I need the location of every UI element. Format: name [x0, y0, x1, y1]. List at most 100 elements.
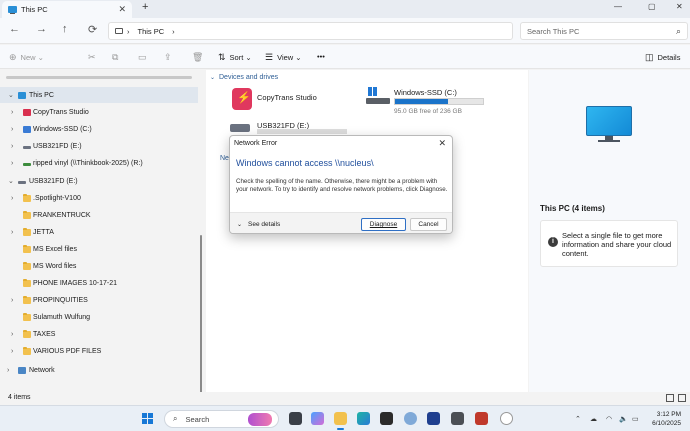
- wifi-icon[interactable]: ◠: [606, 415, 612, 423]
- folder-icon: [23, 312, 31, 321]
- sidebar-item-copytrans[interactable]: › CopyTrans Studio: [0, 104, 198, 120]
- folder-icon: [23, 329, 31, 338]
- chevron-right-icon[interactable]: ›: [7, 367, 9, 374]
- details-info-card: i Select a single file to get more infor…: [540, 220, 678, 267]
- see-details-toggle[interactable]: ⌄ See details: [237, 221, 280, 228]
- new-button[interactable]: ⊕ New ⌄: [9, 52, 44, 63]
- navigation-pane: ⌄ This PC › CopyTrans Studio › Windows-S…: [0, 70, 205, 431]
- cancel-button[interactable]: Cancel: [410, 218, 447, 231]
- diagnose-button[interactable]: Diagnose: [361, 218, 406, 231]
- address-bar[interactable]: › This PC ›: [108, 22, 513, 40]
- sort-icon: ⇅: [218, 52, 226, 62]
- file-explorer-icon[interactable]: [334, 412, 347, 430]
- sidebar-item-frankentruck[interactable]: FRANKENTRUCK: [0, 207, 198, 223]
- folder-icon: [23, 210, 31, 219]
- sidebar-item-various-pdf[interactable]: › VARIOUS PDF FILES: [0, 343, 198, 359]
- sidebar-item-windows-ssd[interactable]: › Windows-SSD (C:): [0, 121, 198, 137]
- chevron-down-icon[interactable]: ⌄: [8, 177, 14, 185]
- app-circle-icon[interactable]: [404, 412, 417, 425]
- paste-button[interactable]: ▭: [138, 52, 151, 63]
- store-icon[interactable]: [380, 412, 393, 425]
- breadcrumb-separator[interactable]: ›: [172, 27, 175, 36]
- chevron-right-icon[interactable]: ›: [11, 160, 13, 167]
- details-view-icon[interactable]: [666, 394, 674, 402]
- minimize-button[interactable]: —: [614, 2, 622, 11]
- chevron-down-icon: ⌄: [237, 222, 243, 228]
- volume-icon[interactable]: 🔈: [619, 415, 628, 423]
- sidebar-item-label: Network: [29, 366, 55, 374]
- details-toggle-button[interactable]: ◫ Details: [645, 52, 680, 63]
- sidebar-item-network[interactable]: › Network: [0, 362, 198, 378]
- search-input[interactable]: Search This PC ⌕: [520, 22, 688, 40]
- view-button[interactable]: ☰ View ⌄: [265, 52, 302, 63]
- sidebar-item-ripped-vinyl[interactable]: › ripped vinyl (\\Thinkbook-2025) (R:): [0, 155, 198, 171]
- start-button[interactable]: [142, 413, 154, 425]
- sidebar-item-ms-excel[interactable]: MS Excel files: [0, 241, 198, 257]
- usb-drive-icon: [23, 145, 31, 149]
- clock[interactable]: 3:12 PM 6/10/2025: [647, 410, 681, 428]
- outlook-icon[interactable]: [427, 412, 440, 425]
- chevron-right-icon[interactable]: ›: [11, 143, 13, 150]
- cut-button[interactable]: ✂: [88, 52, 100, 63]
- app-round-icon[interactable]: [500, 412, 513, 425]
- chevron-right-icon[interactable]: ›: [11, 297, 13, 304]
- copy-button[interactable]: ⧉: [112, 52, 122, 63]
- folder-icon: [23, 346, 31, 355]
- refresh-button[interactable]: ⟳: [88, 23, 97, 36]
- maximize-button[interactable]: ▢: [648, 2, 656, 11]
- close-window-button[interactable]: ✕: [676, 2, 683, 11]
- chevron-right-icon[interactable]: ›: [11, 195, 13, 202]
- delete-button[interactable]: 🗑: [192, 52, 207, 63]
- sidebar-item-label: CopyTrans Studio: [33, 108, 89, 116]
- forward-button[interactable]: →: [36, 23, 47, 35]
- dialog-close-button[interactable]: ✕: [438, 138, 446, 149]
- calculator-icon[interactable]: [451, 412, 464, 425]
- onedrive-icon[interactable]: ☁: [590, 415, 597, 423]
- sidebar-item-propinquities[interactable]: › PROPINQUITIES: [0, 292, 198, 308]
- sidebar-item-label: MS Excel files: [33, 245, 77, 253]
- edge-icon[interactable]: [357, 412, 370, 425]
- chevron-right-icon[interactable]: ›: [11, 348, 13, 355]
- chevron-right-icon[interactable]: ›: [11, 126, 13, 133]
- chevron-right-icon[interactable]: ›: [11, 331, 13, 338]
- details-title: This PC (4 items): [540, 204, 605, 213]
- new-tab-button[interactable]: +: [142, 1, 148, 13]
- tab-this-pc[interactable]: This PC ✕: [2, 1, 132, 18]
- copytrans-icon: [232, 88, 252, 110]
- breadcrumb-this-pc[interactable]: This PC: [138, 27, 165, 36]
- network-section-header[interactable]: Ne: [220, 155, 229, 162]
- up-button[interactable]: ↑: [62, 23, 68, 35]
- horizontal-scrollbar[interactable]: [6, 76, 192, 79]
- more-options-button[interactable]: •••: [317, 52, 325, 61]
- network-error-dialog: Network Error ✕ Windows cannot access \\…: [229, 135, 453, 234]
- sidebar-item-taxes[interactable]: › TAXES: [0, 326, 198, 342]
- section-title[interactable]: Devices and drives: [219, 74, 278, 81]
- tab-close-icon[interactable]: ✕: [118, 4, 126, 15]
- paste-icon: ▭: [138, 52, 147, 62]
- dialog-title: Network Error: [234, 140, 278, 147]
- taskbar-search[interactable]: ⌕ Search: [164, 410, 279, 428]
- sidebar-item-usb[interactable]: › USB321FD (E:): [0, 138, 198, 154]
- sidebar-item-jetta[interactable]: › JETTA: [0, 224, 198, 240]
- chevron-down-icon[interactable]: ⌄: [8, 91, 14, 99]
- share-button[interactable]: ⇪: [164, 52, 176, 63]
- taskbar: ⌕ Search ⌃ ☁ ◠ 🔈 ▭ 3:12 PM 6/10/2025: [0, 405, 690, 431]
- calendar-app-icon[interactable]: [475, 412, 488, 425]
- sidebar-item-this-pc[interactable]: ⌄ This PC: [0, 87, 198, 103]
- copilot-icon[interactable]: [311, 412, 324, 425]
- sidebar-item-spotlight[interactable]: › .Spotlight-V100: [0, 190, 198, 206]
- chevron-right-icon[interactable]: ›: [11, 229, 13, 236]
- sidebar-item-usb-expanded[interactable]: ⌄ USB321FD (E:): [0, 173, 198, 189]
- back-button[interactable]: ←: [9, 23, 20, 35]
- chevron-down-icon[interactable]: ⌄: [210, 74, 215, 81]
- task-view-icon[interactable]: [289, 412, 302, 425]
- sidebar-item-phone-images[interactable]: PHONE IMAGES 10-17-21: [0, 275, 198, 291]
- pc-icon: [8, 6, 17, 14]
- chevron-right-icon[interactable]: ›: [11, 109, 13, 116]
- sort-button[interactable]: ⇅ Sort ⌄: [218, 52, 252, 63]
- sidebar-item-sulamuth[interactable]: Sulamuth Wulfung: [0, 309, 198, 325]
- tray-overflow-icon[interactable]: ⌃: [575, 415, 581, 423]
- tiles-view-icon[interactable]: [678, 394, 686, 402]
- battery-icon[interactable]: ▭: [632, 415, 639, 423]
- sidebar-item-ms-word[interactable]: MS Word files: [0, 258, 198, 274]
